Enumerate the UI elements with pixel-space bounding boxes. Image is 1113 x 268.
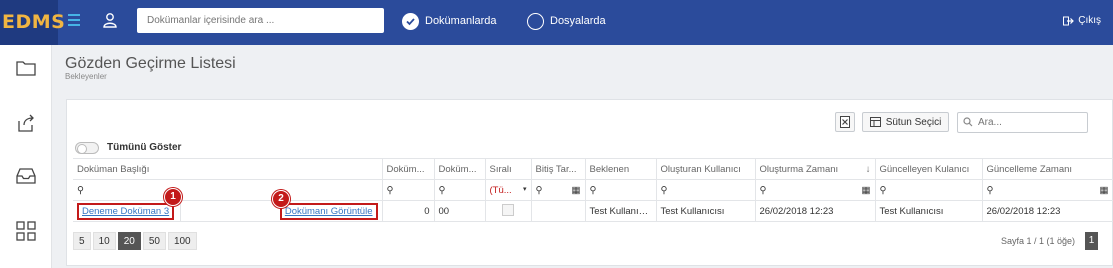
cell-doc-1: 0 [382,200,435,222]
cell-end-date [531,200,586,222]
view-document-link[interactable]: Dokümanı Görüntüle [279,202,378,220]
search-icon: ⚲ [986,184,994,196]
search-icon: ⚲ [77,184,84,196]
table-row[interactable]: Deneme Doküman 3 Dokümanı Görüntüle 0 00… [73,200,1113,222]
app-logo[interactable]: EDMS [0,0,65,45]
page-size-20[interactable]: 20 [117,232,141,250]
logout-button[interactable]: Çıkış [1063,15,1101,26]
col-header-doc-1[interactable]: Doküm... [382,158,435,180]
col-header-ordered[interactable]: Sıralı [485,158,532,180]
col-header-end-date[interactable]: Bitiş Tar... [531,158,586,180]
export-excel-button[interactable] [835,112,855,132]
col-header-awaited[interactable]: Beklenen [585,158,657,180]
page-button-1[interactable]: 1 [1085,232,1098,250]
page-size-100[interactable]: 100 [167,232,197,250]
col-header-title[interactable]: Doküman Başlığı [73,158,383,180]
filter-select-value: (Tü... [489,184,512,196]
filter-cell[interactable]: ⚲ [434,179,486,201]
grid-search-input[interactable] [957,112,1088,133]
show-all-label: Tümünü Göster [107,142,182,153]
excel-icon [840,116,850,128]
cell-ordered [485,200,532,222]
caret-down-icon: ▾ [522,185,527,193]
page-size-10[interactable]: 10 [92,232,116,250]
menu-icon[interactable] [68,14,80,26]
filter-cell[interactable]: ⚲ [656,179,756,201]
apps-grid-icon[interactable] [16,221,36,241]
filter-cell[interactable]: ⚲ ▦ [531,179,586,201]
page-title: Gözden Geçirme Listesi [65,55,236,72]
sort-desc-icon: ↓ [865,163,871,175]
logout-icon [1063,16,1075,25]
col-header-created-at[interactable]: Oluşturma Zamanı ↓ [755,158,876,180]
filter-row: ⚲ ⚲ ⚲ (Tü... ▾ ⚲ ▦ ⚲ ⚲ ⚲ ▦ ⚲ ⚲ ▦ [73,179,1113,201]
page-size-selector: 5 10 20 50 100 [73,232,199,250]
page-info: Sayfa 1 / 1 (1 öğe) [1000,236,1075,246]
cell-updated-by: Test Kullanıcısı [875,200,983,222]
folder-icon[interactable] [16,59,36,79]
search-icon: ⚲ [386,184,394,196]
search-icon: ⚲ [660,184,668,196]
share-icon[interactable] [16,113,36,133]
search-icon: ⚲ [589,184,597,196]
search-icon: ⚲ [879,184,887,196]
annotation-badge-1: 1 [164,188,182,206]
columns-icon [869,117,881,127]
review-grid: Doküman Başlığı Doküm... Doküm... Sıralı… [73,158,1113,222]
col-header-doc-2[interactable]: Doküm... [434,158,486,180]
filter-cell[interactable]: ⚲ ▦ [755,179,876,201]
annotation-badge-2: 2 [272,190,290,208]
filter-select[interactable]: (Tü... ▾ [485,179,532,201]
filter-cell[interactable]: ⚲ [73,179,383,201]
user-icon[interactable] [103,12,117,28]
calendar-icon[interactable]: ▦ [572,185,581,196]
cell-updated-at: 26/02/2018 12:23 [982,200,1113,222]
ordered-checkbox [502,203,514,216]
cell-awaited: Test Kullanıcısı [585,200,657,222]
inbox-icon[interactable] [16,167,36,187]
cell-created-by: Test Kullanıcısı [656,200,756,222]
col-header-updated-at[interactable]: Güncelleme Zamanı [982,158,1113,180]
column-chooser-label: Sütun Seçici [885,116,942,128]
filter-cell[interactable]: ⚲ [585,179,657,201]
calendar-icon[interactable]: ▦ [862,185,871,196]
show-all-toggle[interactable] [75,142,99,154]
global-search-input[interactable] [137,8,384,33]
cell-created-at: 26/02/2018 12:23 [755,200,876,222]
scope-folders-radio[interactable]: Dosyalarda [527,12,606,30]
search-icon: ⚲ [438,184,446,196]
scope-documents-radio[interactable]: Dokümanlarda [402,12,497,30]
check-circle-icon [402,12,419,30]
filter-cell[interactable]: ⚲ [382,179,435,201]
top-bar: EDMS Dokümanlarda Dosyalarda Çıkış [0,0,1113,45]
col-header-created-by[interactable]: Oluşturan Kullanıcı [656,158,756,180]
search-icon: ⚲ [759,184,767,196]
search-icon [963,117,973,127]
col-header-updated-by[interactable]: Güncelleyen Kulanıcı [875,158,983,180]
logout-label: Çıkış [1078,15,1101,26]
col-header-created-at-label: Oluşturma Zamanı [759,163,839,175]
column-chooser-button[interactable]: Sütun Seçici [862,112,949,132]
cell-doc-2: 00 [434,200,486,222]
scope-folders-label: Dosyalarda [550,15,606,27]
calendar-icon[interactable]: ▦ [1100,185,1109,196]
sidebar [0,45,52,268]
document-title-link[interactable]: Deneme Doküman 3 [77,202,175,220]
filter-cell[interactable]: ⚲ ▦ [982,179,1113,201]
cell-title: Deneme Doküman 3 [73,200,181,222]
search-icon: ⚲ [535,184,543,196]
scope-documents-label: Dokümanlarda [425,15,497,27]
radio-empty-icon [527,12,544,30]
page-size-50[interactable]: 50 [142,232,166,250]
filter-cell[interactable]: ⚲ [875,179,983,201]
page-subtitle: Bekleyenler [65,72,107,81]
page-size-5[interactable]: 5 [73,232,91,250]
